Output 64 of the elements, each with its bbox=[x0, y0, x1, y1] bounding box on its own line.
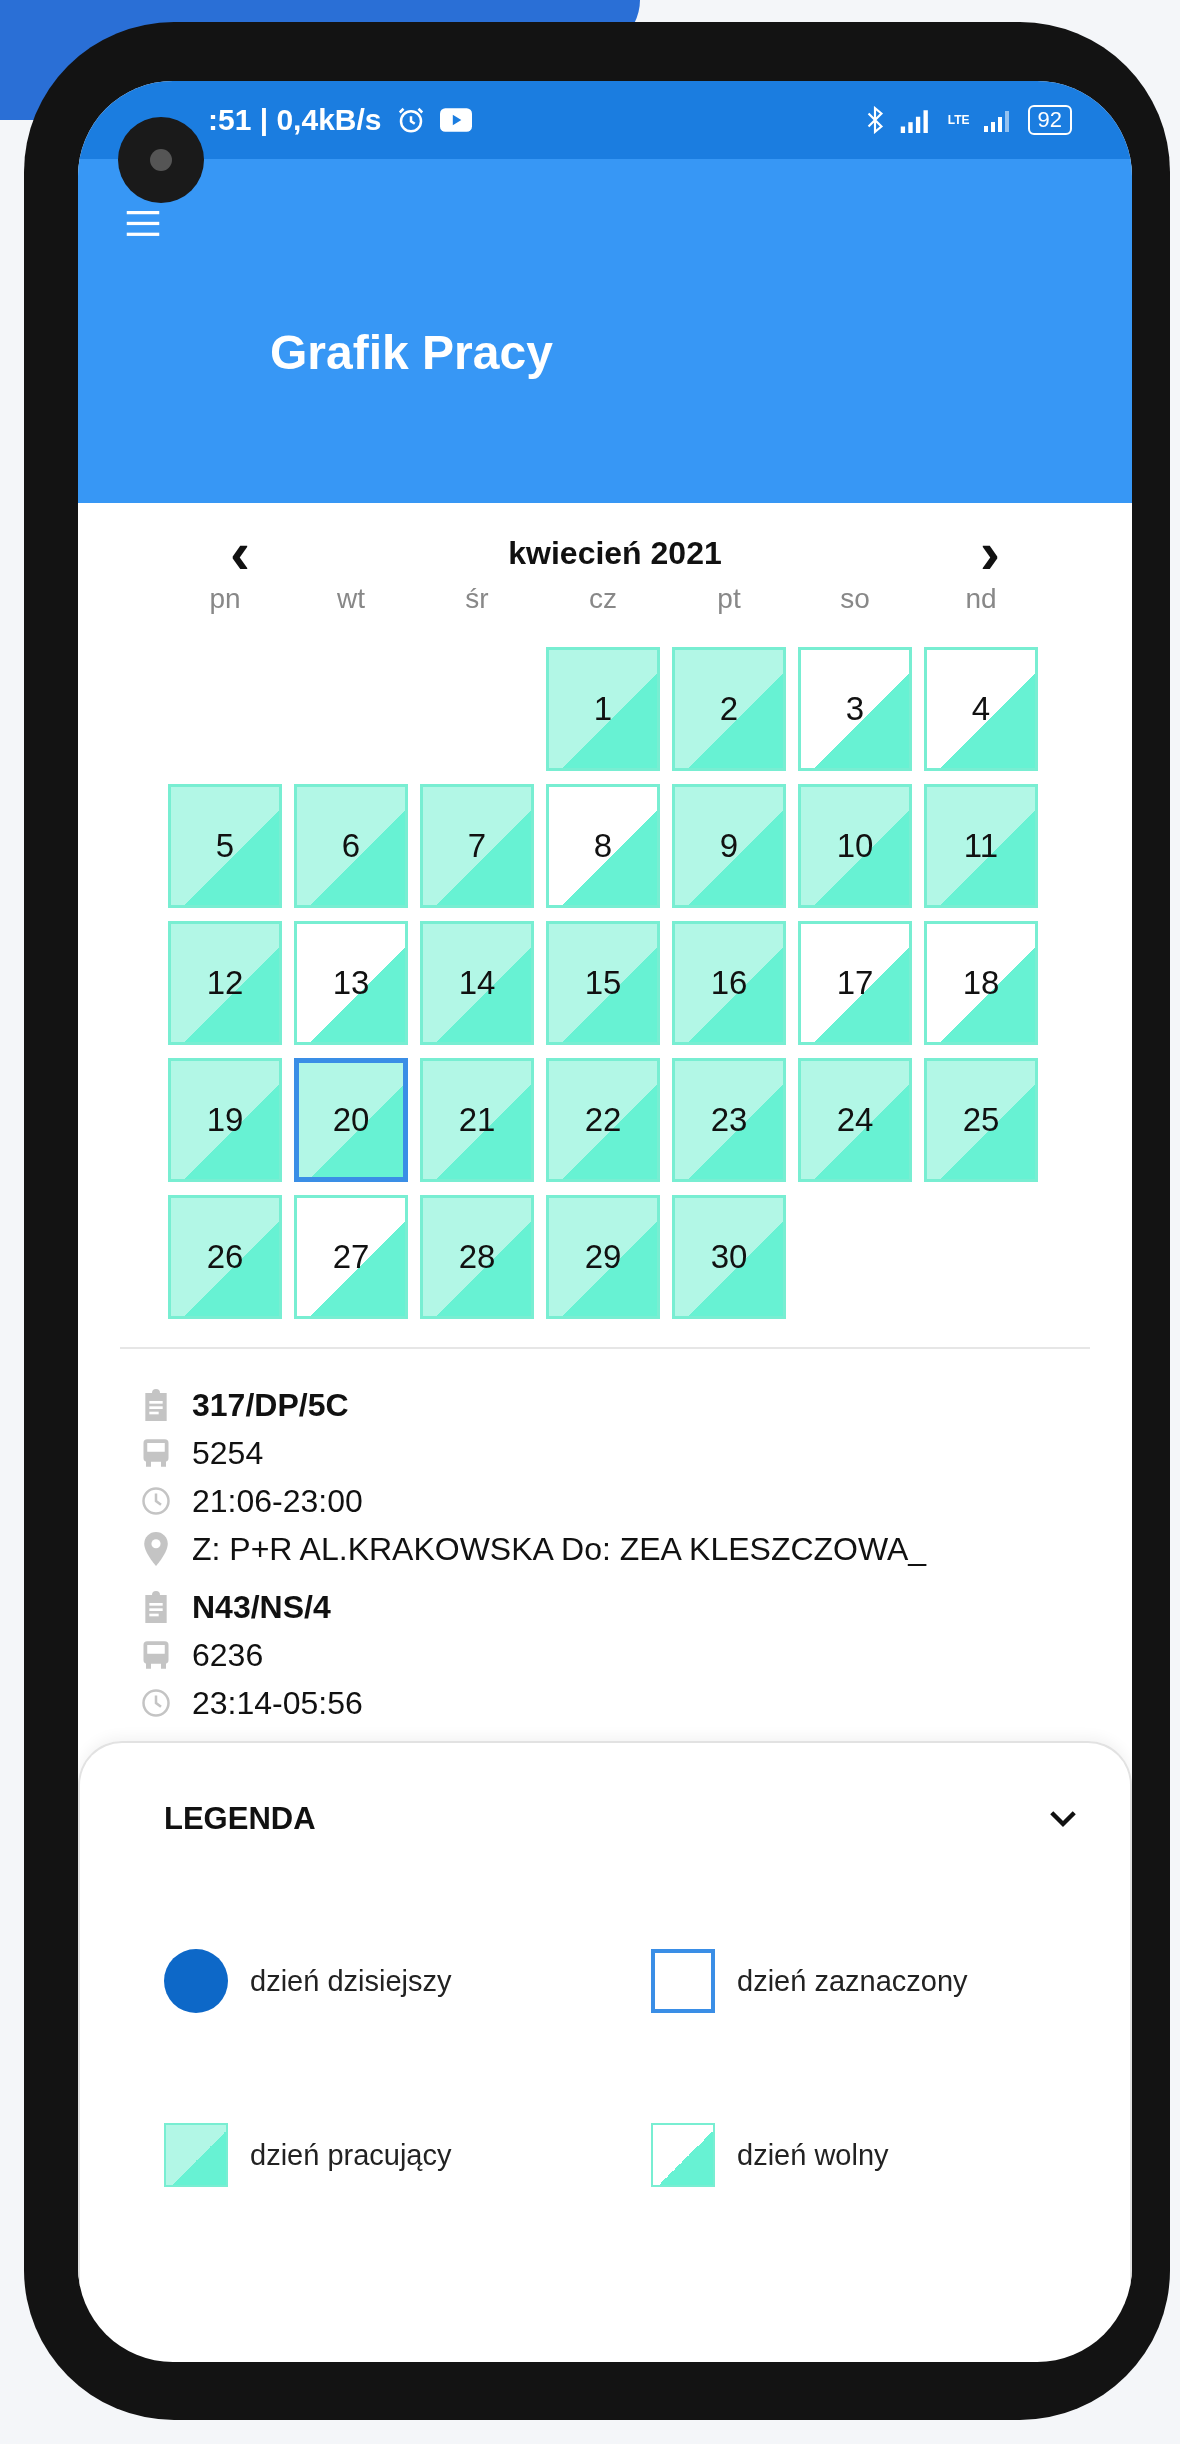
calendar-day[interactable]: 8 bbox=[546, 784, 660, 908]
calendar-day[interactable]: 19 bbox=[168, 1058, 282, 1182]
legend-label: dzień dzisiejszy bbox=[250, 1964, 452, 1998]
selected-square-icon bbox=[651, 1949, 715, 2013]
weekday-label: pn bbox=[208, 589, 242, 616]
legend-label: dzień zaznaczony bbox=[737, 1964, 968, 1998]
detail-text: 317/DP/5C bbox=[192, 1386, 349, 1424]
calendar-day[interactable]: 26 bbox=[168, 1195, 282, 1319]
calendar-day[interactable]: 18 bbox=[924, 921, 1038, 1045]
calendar-day[interactable]: 11 bbox=[924, 784, 1038, 908]
calendar-day[interactable]: 28 bbox=[420, 1195, 534, 1319]
calendar-day[interactable]: 9 bbox=[672, 784, 786, 908]
video-icon bbox=[439, 108, 472, 132]
calendar-day[interactable]: 4 bbox=[924, 647, 1038, 771]
detail-text: 6236 bbox=[192, 1636, 264, 1674]
next-month-button[interactable]: › bbox=[970, 523, 1010, 583]
calendar-day[interactable]: 22 bbox=[546, 1058, 660, 1182]
calendar-day[interactable]: 2 bbox=[672, 647, 786, 771]
clock-icon bbox=[140, 1486, 172, 1516]
free-day-swatch-icon bbox=[651, 2123, 715, 2187]
calendar-day[interactable]: 7 bbox=[420, 784, 534, 908]
legend-label: dzień pracujący bbox=[250, 2138, 452, 2172]
calendar-day[interactable]: 27 bbox=[294, 1195, 408, 1319]
legend-title: LEGENDA bbox=[164, 1801, 316, 1837]
weekday-label: so bbox=[839, 589, 871, 616]
detail-text: Z: P+R AL.KRAKOWSKA Do: ZEA KLESZCZOWA_ bbox=[192, 1530, 927, 1568]
calendar-day[interactable]: 13 bbox=[294, 921, 408, 1045]
working-day-swatch-icon bbox=[164, 2123, 228, 2187]
calendar-day[interactable]: 3 bbox=[798, 647, 912, 771]
month-title: kwiecień 2021 bbox=[508, 534, 722, 572]
chevron-icon[interactable] bbox=[1048, 1809, 1078, 1829]
weekday-label: nd bbox=[964, 589, 998, 616]
calendar-day[interactable]: 12 bbox=[168, 921, 282, 1045]
calendar-day[interactable]: 15 bbox=[546, 921, 660, 1045]
weekday-label: śr bbox=[464, 589, 490, 616]
calendar-day[interactable]: 24 bbox=[798, 1058, 912, 1182]
screen-title: Grafik Pracy bbox=[270, 325, 554, 380]
legend-label: dzień wolny bbox=[737, 2138, 889, 2172]
calendar-day[interactable]: 16 bbox=[672, 921, 786, 1045]
calendar-day[interactable]: 25 bbox=[924, 1058, 1038, 1182]
network-label: LTE bbox=[947, 113, 970, 127]
calendar-day[interactable]: 30 bbox=[672, 1195, 786, 1319]
calendar-day[interactable]: 20 bbox=[294, 1058, 408, 1182]
calendar-day[interactable]: 10 bbox=[798, 784, 912, 908]
weekday-label: pt bbox=[716, 589, 742, 616]
calendar-day[interactable]: 6 bbox=[294, 784, 408, 908]
calendar-day[interactable]: 23 bbox=[672, 1058, 786, 1182]
calendar-day[interactable]: 29 bbox=[546, 1195, 660, 1319]
menu-icon[interactable] bbox=[126, 211, 160, 237]
status-time: :51 | 0,4kB/s bbox=[208, 103, 382, 137]
weekday-label: wt bbox=[336, 589, 366, 616]
calendar-day[interactable]: 17 bbox=[798, 921, 912, 1045]
detail-text: 5254 bbox=[192, 1434, 264, 1472]
detail-text: 21:06-23:00 bbox=[192, 1482, 363, 1520]
battery-indicator: 92 bbox=[1027, 105, 1072, 135]
calendar-day[interactable]: 21 bbox=[420, 1058, 534, 1182]
detail-text: 23:14-05:56 bbox=[192, 1684, 363, 1722]
weekday-label: cz bbox=[588, 589, 618, 616]
calendar-day[interactable]: 1 bbox=[546, 647, 660, 771]
detail-text: N43/NS/4 bbox=[192, 1588, 331, 1626]
clock-icon bbox=[140, 1688, 172, 1718]
previous-month-button[interactable]: ‹ bbox=[220, 523, 260, 583]
calendar-day[interactable]: 14 bbox=[420, 921, 534, 1045]
calendar-day[interactable]: 5 bbox=[168, 784, 282, 908]
